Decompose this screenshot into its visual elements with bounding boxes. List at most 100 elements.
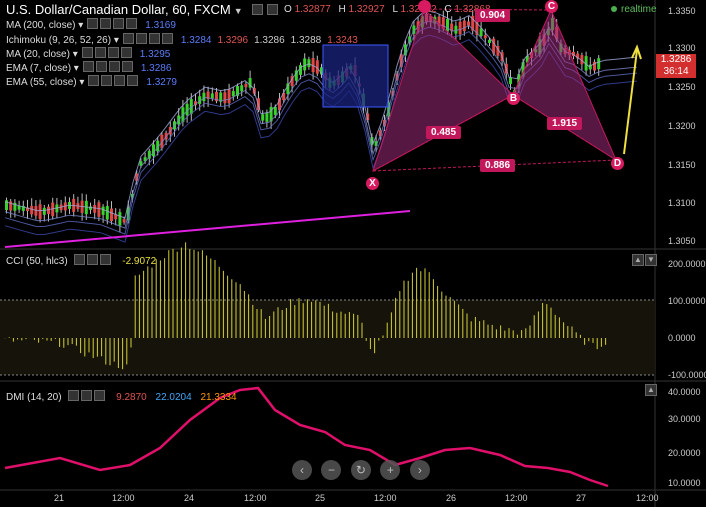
eye-icon[interactable] — [87, 18, 99, 29]
eye-icon[interactable] — [88, 75, 100, 86]
realtime-indicator: realtime — [611, 4, 657, 15]
settings-icon[interactable] — [81, 390, 93, 401]
indicator-value: 1.3288 — [290, 35, 322, 46]
scroll-forward-button[interactable]: › — [409, 460, 430, 480]
projection-arrow[interactable] — [623, 44, 642, 155]
dmi-label: DMI (14, 20) — [6, 392, 62, 403]
candle-body — [118, 212, 122, 226]
candle-body — [42, 207, 46, 215]
eye-icon[interactable] — [68, 390, 80, 401]
settings-icon[interactable] — [87, 254, 99, 265]
settings-icon[interactable] — [101, 75, 113, 86]
pane-up-icon[interactable]: ▲ — [632, 254, 644, 266]
indicator-value: 1.3279 — [146, 77, 177, 88]
more-icon[interactable] — [120, 47, 132, 58]
candle-body — [273, 106, 277, 115]
ohlc-open: 1.32877 — [294, 4, 331, 15]
ohlc-low-key: L — [392, 4, 398, 15]
price-axis-label: 1.3350 — [668, 6, 696, 16]
indicator-legend-row[interactable]: MA (200, close) ▾ 1.3169 — [6, 18, 176, 32]
more-icon[interactable] — [126, 18, 138, 29]
zoom-in-button[interactable]: + — [380, 460, 401, 480]
close-icon[interactable] — [266, 4, 278, 15]
more-icon[interactable] — [121, 61, 133, 72]
settings-icon[interactable] — [252, 4, 264, 15]
candle-body — [30, 205, 34, 215]
cci-legend[interactable]: CCI (50, hlc3) -2.9072 — [6, 254, 156, 268]
selection-box[interactable] — [322, 44, 389, 108]
cci-axis-label: 200.0000 — [668, 259, 706, 269]
chart-nav-bar: ‹ − ↻ + › — [292, 460, 435, 480]
cci-axis-label: 100.0000 — [668, 296, 706, 306]
indicator-value: 1.3169 — [145, 20, 176, 31]
dmi-value-adx: 9.2870 — [116, 392, 147, 403]
candle-body — [240, 85, 244, 92]
chevron-down-icon[interactable]: ▾ — [71, 63, 79, 74]
chevron-down-icon[interactable]: ▼ — [234, 6, 243, 16]
indicator-legend-row[interactable]: Ichimoku (9, 26, 52, 26) ▾ 1.3284 1.3296 1.… — [6, 33, 358, 47]
chevron-down-icon[interactable]: ▾ — [111, 35, 119, 46]
dmi-value-minus: 21.3334 — [200, 392, 237, 403]
dmi-legend[interactable]: DMI (14, 20) 9.2870 22.0204 21.3334 — [6, 390, 237, 404]
ohlc-high: 1.32927 — [348, 4, 385, 15]
time-axis-label: 12:00 — [244, 493, 267, 503]
time-axis-label: 27 — [576, 493, 587, 503]
more-icon[interactable] — [161, 33, 173, 44]
ohlc-readout: O 1.32877 H 1.32927 L 1.32842 C 1.32868 — [284, 4, 496, 15]
pane-down-icon[interactable]: ▼ — [645, 254, 657, 266]
pattern-point-d: D — [611, 157, 624, 170]
close-icon[interactable] — [114, 75, 126, 86]
symbol-title[interactable]: U.S. Dollar/Canadian Dollar, 60, FXCM ▼ — [6, 2, 278, 17]
chevron-down-icon[interactable]: ▾ — [70, 49, 78, 60]
time-axis-label: 24 — [184, 493, 195, 503]
reset-chart-button[interactable]: ↻ — [350, 460, 371, 480]
price-axis-label: 1.3100 — [668, 198, 696, 208]
price-axis-label: 1.3200 — [668, 121, 696, 131]
indicator-legend-row[interactable]: EMA (7, close) ▾ 1.3286 — [6, 61, 171, 75]
price-axis-label: 1.3050 — [668, 236, 696, 246]
price-axis-label: 1.3250 — [668, 82, 696, 92]
settings-icon[interactable] — [135, 33, 147, 44]
eye-icon[interactable] — [74, 254, 86, 265]
ohlc-high-key: H — [338, 4, 346, 15]
candle-body — [105, 206, 109, 220]
candle-body — [307, 59, 311, 67]
more-icon[interactable] — [127, 75, 139, 86]
chevron-down-icon[interactable]: ▾ — [75, 20, 83, 31]
cci-value: -2.9072 — [122, 256, 157, 267]
candle-body — [597, 58, 601, 70]
current-price-tag: 1.3286 — [656, 54, 696, 66]
indicator-value: 1.3286 — [254, 35, 285, 46]
close-icon[interactable] — [94, 390, 106, 401]
zoom-out-button[interactable]: − — [321, 460, 342, 480]
indicator-label: EMA (55, close) — [6, 77, 77, 88]
close-icon[interactable] — [108, 61, 120, 72]
close-icon[interactable] — [107, 47, 119, 58]
settings-icon[interactable] — [95, 61, 107, 72]
status-dot-icon — [611, 6, 617, 12]
cci-axis-label: -100.0000 — [668, 370, 706, 380]
ohlc-close-key: C — [444, 4, 452, 15]
chevron-down-icon[interactable]: ▾ — [77, 77, 84, 88]
candle-body — [303, 58, 307, 71]
eye-icon[interactable] — [122, 33, 134, 44]
candle-body — [446, 18, 449, 32]
eye-icon[interactable] — [81, 47, 93, 58]
indicator-label: MA (200, close) — [6, 20, 76, 31]
settings-icon[interactable] — [100, 18, 112, 29]
settings-icon[interactable] — [94, 47, 106, 58]
close-icon[interactable] — [100, 254, 112, 265]
pattern-point-b: B — [507, 92, 520, 105]
dmi-axis-label: 40.0000 — [668, 387, 701, 397]
candle-body — [223, 92, 227, 104]
scroll-back-button[interactable]: ‹ — [292, 460, 312, 480]
cci-axis-label: 0.0000 — [668, 333, 696, 343]
time-axis-label: 25 — [315, 493, 326, 503]
eye-icon[interactable] — [82, 61, 94, 72]
close-icon[interactable] — [148, 33, 160, 44]
close-icon[interactable] — [113, 18, 125, 29]
time-axis-label: 12:00 — [374, 493, 397, 503]
indicator-legend-row[interactable]: MA (20, close) ▾ 1.3295 — [6, 47, 170, 61]
pane-up-icon[interactable]: ▲ — [645, 384, 657, 396]
indicator-legend-row[interactable]: EMA (55, close) ▾ 1.3279 — [6, 75, 177, 89]
